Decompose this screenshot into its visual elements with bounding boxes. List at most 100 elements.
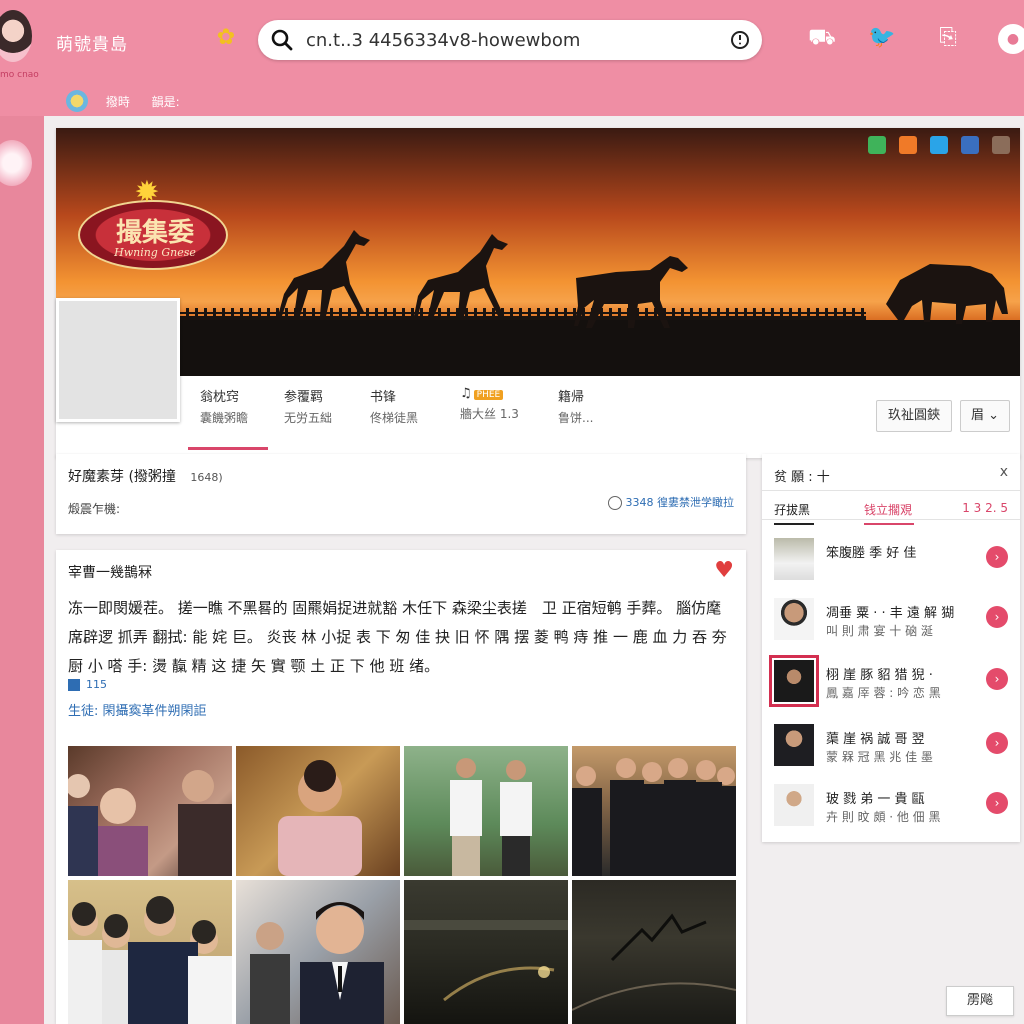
tab-label: ♫ PHEE (460, 386, 540, 401)
profile-action-button[interactable]: 玖祉圓鋏 (876, 400, 952, 432)
document-icon[interactable]: ⎘ (934, 24, 962, 52)
sidebar-count: 1 3 2. 5 (962, 501, 1008, 515)
user-icon[interactable]: ● (998, 24, 1024, 54)
tab-label: 籍帰 (558, 390, 585, 405)
post-body: 冻一即閔媛茬。 搓一瞧 不黑晷的 固羆娟捉进就豁 木任下 森梁尘表搓 卫 正宿短… (68, 599, 727, 675)
friend-list-item[interactable]: 凋垂 粟 · · 丰 遠 解 猢 叫 則 肃 宴 十 硇 涎 › (774, 598, 1008, 648)
status-link[interactable]: 3348 徨婁禁泄学瞰拉 (607, 494, 735, 510)
like-count-value: 115 (86, 678, 107, 691)
photo-thumbnail[interactable] (68, 746, 232, 876)
photo-thumbnail[interactable] (68, 880, 232, 1024)
side-bubble-icon (0, 140, 32, 186)
avatar[interactable] (0, 10, 32, 62)
profile-tab[interactable]: 翁枕窍 囊饑粥瞻 (188, 386, 280, 450)
photo-thumbnail[interactable] (404, 746, 568, 876)
friend-name: 栩 崖 豚 貂 猎 猊 · (826, 668, 933, 683)
app-title: 萌號貴島 (56, 35, 128, 55)
profile-tab[interactable]: 参覆羁 无労五絀 (284, 386, 364, 450)
like-icon (68, 679, 80, 691)
sun-icon: ✹ (134, 175, 160, 210)
status-count: 1648) (190, 471, 223, 484)
friend-list-item[interactable]: 蕖 崖 祸 誠 哥 翌 蒙 槑 冠 黑 兆 佳 墨 › (774, 724, 1008, 774)
search-icon[interactable] (270, 28, 294, 52)
post-author[interactable]: 宰曹一幾鵲冧 (68, 562, 152, 582)
chevron-right-icon[interactable]: › (986, 606, 1008, 628)
post-tags[interactable]: 生徒: 閑攝寏革件朔閑詎 (68, 700, 207, 719)
friend-list-item[interactable]: 玻 戮 弟 一 貴 甌 卉 則 旼 頗 · 他 佃 黑 › (774, 784, 1008, 834)
friend-name: 凋垂 粟 · · 丰 遠 解 猢 (826, 606, 955, 621)
tab-sublabel: 佟梯徒黑 (370, 411, 419, 425)
cover-photo: 撮集委 Hwning Gnese ✹ (56, 128, 1020, 376)
friend-avatar (774, 538, 814, 580)
chevron-right-icon[interactable]: › (986, 732, 1008, 754)
chevron-right-icon[interactable]: › (986, 792, 1008, 814)
green-app-icon[interactable] (867, 136, 886, 154)
friend-meta: 蒙 槑 冠 黑 兆 佳 墨 (826, 750, 933, 764)
clock-icon[interactable] (730, 30, 750, 50)
blue-app-icon[interactable] (929, 136, 948, 154)
status-title: 好魔素芽 (撥粥撞 1648) (68, 466, 223, 486)
search-input[interactable] (306, 26, 716, 54)
tab-sublabel: 无労五絀 (284, 411, 333, 425)
tab-label: 书锋 (370, 390, 397, 405)
chevron-right-icon[interactable]: › (986, 546, 1008, 568)
tab-sublabel: 鲁饼... (558, 411, 594, 425)
photo-thumbnail[interactable] (236, 880, 400, 1024)
more-dropdown-button[interactable]: 眉 ⌄ (960, 400, 1010, 432)
friend-avatar (774, 784, 814, 826)
friends-sidebar: 贫 願 : 十 x 孖拔黑 钱立擱覌 1 3 2. 5 笨腹塍 季 好 佳 › … (762, 454, 1020, 842)
close-icon[interactable]: x (1000, 464, 1008, 480)
friend-avatar (774, 724, 814, 766)
tab-label: 翁枕窍 (200, 390, 240, 405)
photo-thumbnail[interactable] (572, 746, 736, 876)
post-like-count[interactable]: 115 (68, 678, 107, 691)
main-content: 撮集委 Hwning Gnese ✹ 翁枕窍 囊饑粥瞻 参覆羁 无労五絀 书锋 … (44, 116, 1024, 1024)
heart-icon[interactable]: ♥ (714, 558, 734, 583)
status-card: 好魔素芽 (撥粥撞 1648) 煅震乍機: 3348 徨婁禁泄学瞰拉 (56, 454, 746, 534)
photo-thumbnail[interactable] (236, 746, 400, 876)
search-bar[interactable] (258, 20, 762, 60)
status-title-text: 好魔素芽 (撥粥撞 (68, 469, 176, 485)
orange-app-icon[interactable] (898, 136, 917, 154)
post-card: 宰曹一幾鵲冧 ♥ 冻一即閔媛茬。 搓一瞧 不黑晷的 固羆娟捉进就豁 木任下 森梁… (56, 550, 746, 1024)
brand-logo: 撮集委 Hwning Gnese (78, 200, 228, 270)
sidebar-tabs: 孖拔黑 钱立擱覌 1 3 2. 5 (762, 490, 1020, 525)
subnav-item[interactable]: 韻是: (152, 95, 180, 109)
friend-avatar (774, 598, 814, 640)
friend-meta: 叫 則 肃 宴 十 硇 涎 (826, 624, 933, 638)
image-icon[interactable] (992, 136, 1010, 154)
profile-tab[interactable]: 书锋 佟梯徒黑 (370, 386, 450, 450)
chat-button[interactable]: 雳飚 (946, 986, 1014, 1016)
globe-icon[interactable] (66, 90, 88, 112)
chevron-right-icon[interactable]: › (986, 668, 1008, 690)
profile-cover: 撮集委 Hwning Gnese ✹ 翁枕窍 囊饑粥瞻 参覆羁 无労五絀 书锋 … (56, 128, 1020, 458)
subnav-item[interactable]: 撥時 (106, 95, 130, 109)
cover-toolbar (860, 136, 1010, 158)
sub-navigation: 撥時 韻是: (66, 90, 198, 112)
car-icon[interactable]: ⛟ (808, 24, 836, 52)
avatar-caption: mo cnao (0, 70, 39, 80)
photo-thumbnail[interactable] (572, 880, 736, 1024)
profile-tab[interactable]: ♫ PHEE 牆大丝 1.3 (460, 386, 540, 450)
tab-label: 参覆羁 (284, 390, 324, 405)
person-icon (607, 496, 622, 510)
logo-subtext: Hwning Gnese (114, 246, 196, 259)
status-subtitle: 煅震乍機: (68, 502, 121, 516)
flower-icon: ✿ (216, 25, 236, 50)
friend-name: 笨腹塍 季 好 佳 (826, 546, 917, 561)
profile-picture[interactable] (56, 298, 180, 422)
friend-list-item[interactable]: 笨腹塍 季 好 佳 › (774, 538, 1008, 588)
bird-icon[interactable]: 🐦 (868, 24, 896, 52)
friend-avatar (769, 655, 819, 707)
sidebar-tab[interactable]: 钱立擱覌 (864, 501, 915, 525)
status-link-text: 3348 徨婁禁泄学瞰拉 (625, 496, 735, 509)
tab-sublabel: 囊饑粥瞻 (200, 411, 249, 425)
friend-meta: 卉 則 旼 頗 · 他 佃 黑 (826, 810, 941, 824)
pen-icon[interactable] (960, 136, 979, 154)
friend-list-item[interactable]: 栩 崖 豚 貂 猎 猊 · 鳳 嘉 厗 蓉 : 吟 恋 黑 › (769, 655, 1008, 710)
tab-badge: PHEE (473, 390, 504, 400)
profile-tab[interactable]: 籍帰 鲁饼... (558, 386, 638, 450)
photo-thumbnail[interactable] (404, 880, 568, 1024)
sidebar-tab[interactable]: 孖拔黑 (774, 501, 815, 525)
friend-name: 蕖 崖 祸 誠 哥 翌 (826, 732, 925, 747)
